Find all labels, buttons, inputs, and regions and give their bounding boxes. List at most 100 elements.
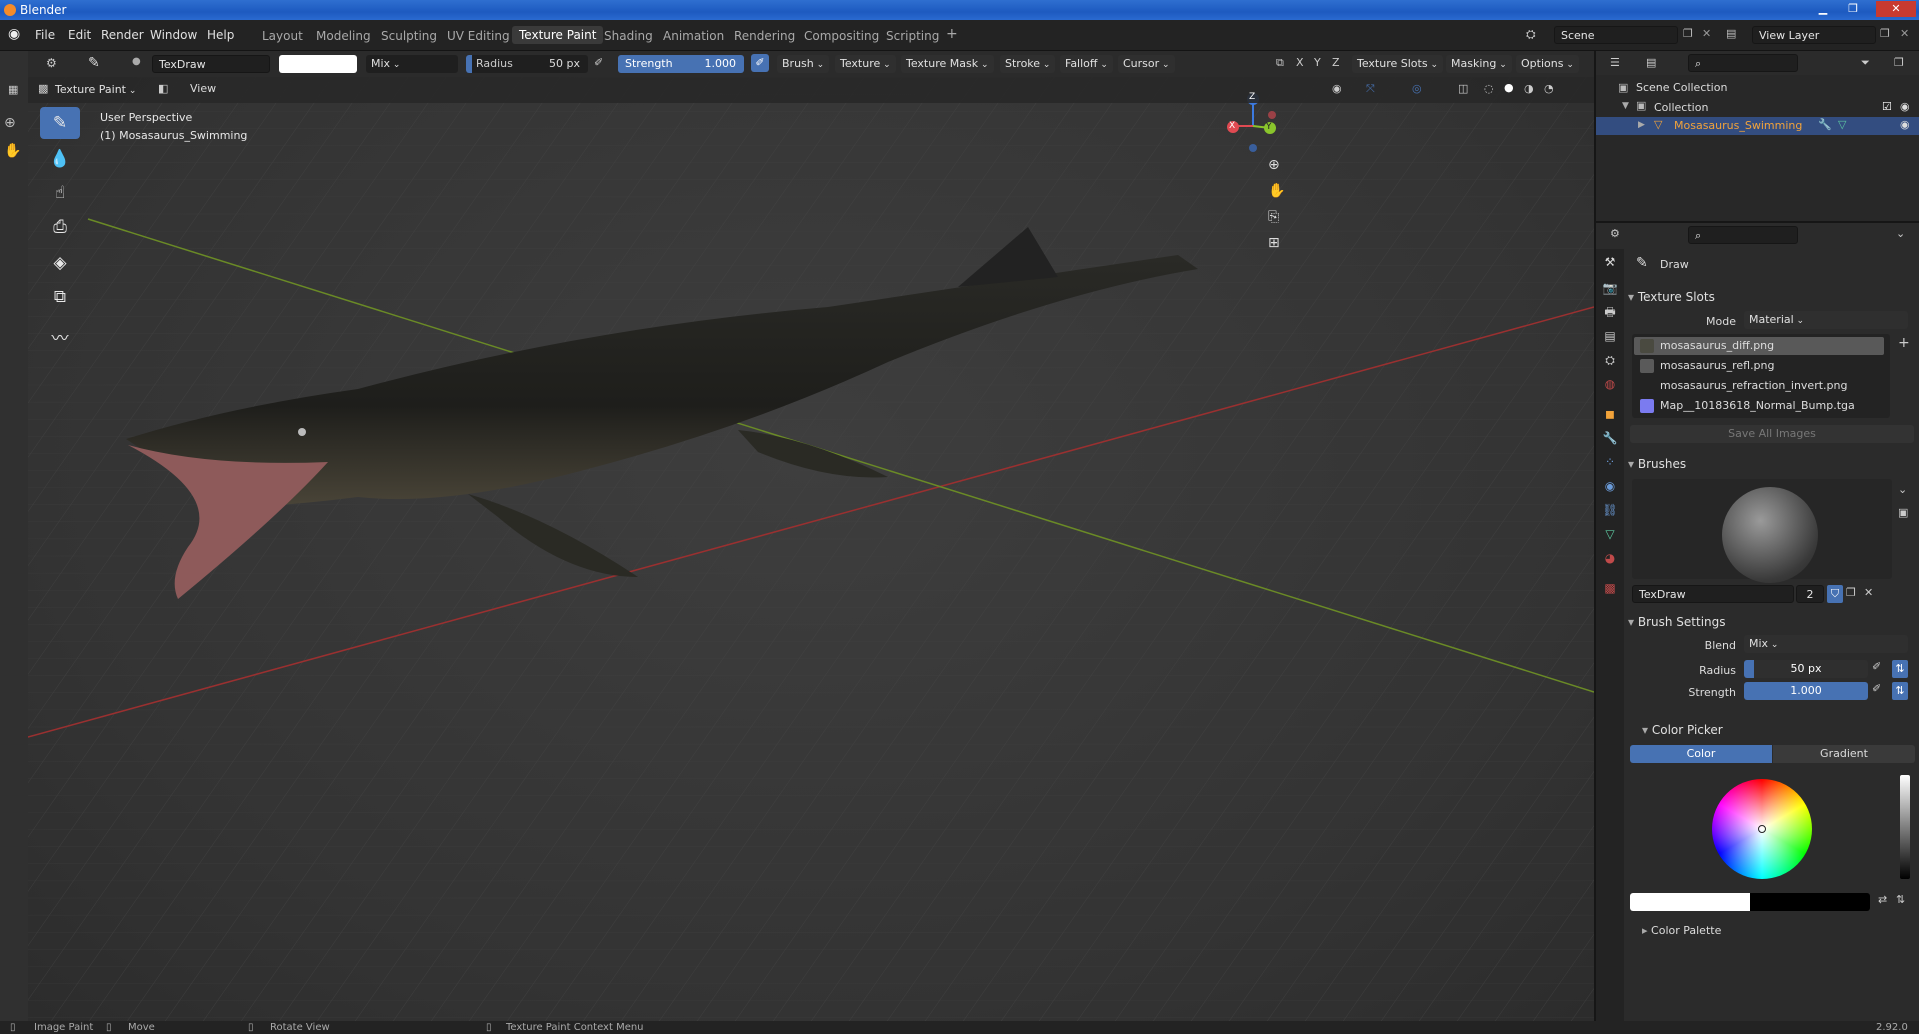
duplicate-brush-icon[interactable]: ❐ xyxy=(1846,586,1856,599)
color-unit-toggle-icon[interactable]: ⇅ xyxy=(1896,893,1905,906)
tab-texture-paint[interactable]: Texture Paint xyxy=(512,26,604,44)
masking-dropdown[interactable]: Masking xyxy=(1446,55,1512,73)
color-tab[interactable]: Color xyxy=(1630,745,1772,763)
mirror-z-toggle[interactable]: Z xyxy=(1332,56,1340,69)
rendered-shading-icon[interactable]: ◔ xyxy=(1544,82,1554,95)
object-name-label[interactable]: Mosasaurus_Swimming xyxy=(1674,119,1802,132)
zoom-view-icon[interactable]: ⊕ xyxy=(1268,157,1280,173)
color-wheel-cursor[interactable] xyxy=(1758,825,1766,833)
brushes-panel-header[interactable]: Brushes xyxy=(1628,457,1686,471)
texture-slots-dropdown[interactable]: Texture Slots xyxy=(1352,55,1443,73)
brush-dropdown[interactable]: Brush xyxy=(777,55,830,73)
texture-slot-mode-dropdown[interactable]: Material xyxy=(1744,311,1908,329)
menu-render[interactable]: Render xyxy=(101,28,144,42)
properties-editor-icon[interactable]: ⚙ xyxy=(1610,227,1620,240)
tool-tab-icon[interactable]: ⚒ xyxy=(1601,253,1619,271)
brush-preview-icon[interactable] xyxy=(1722,487,1818,583)
fake-user-icon[interactable]: ● xyxy=(132,56,141,67)
collection-expand-icon[interactable]: ▼ xyxy=(1622,101,1629,111)
tab-uv-editing[interactable]: UV Editing xyxy=(447,29,510,43)
color-wheel[interactable] xyxy=(1712,779,1812,879)
fake-user-shield-icon[interactable]: ⛉ xyxy=(1827,585,1843,603)
gizmo-x-label[interactable]: X xyxy=(1229,121,1235,131)
material-shading-icon[interactable]: ◑ xyxy=(1524,82,1534,95)
new-collection-icon[interactable]: ❐ xyxy=(1894,56,1904,69)
collection-checkbox[interactable]: ☑ xyxy=(1882,100,1892,113)
menu-help[interactable]: Help xyxy=(207,28,234,42)
texture-slots-panel-header[interactable]: Texture Slots xyxy=(1628,290,1715,304)
ortho-toggle-icon[interactable]: ⊞ xyxy=(1268,235,1280,251)
camera-view-icon[interactable]: ⎘ xyxy=(1268,209,1279,225)
data-tab-icon[interactable]: ▽ xyxy=(1601,525,1619,543)
blend-dropdown[interactable]: Mix xyxy=(1744,635,1908,653)
cursor-dropdown[interactable]: Cursor xyxy=(1118,55,1175,73)
add-workspace-button[interactable]: + xyxy=(946,26,958,42)
brush-color-swatch[interactable] xyxy=(279,55,357,73)
maximize-button[interactable]: ❐ xyxy=(1842,1,1864,17)
object-expand-icon[interactable]: ▶ xyxy=(1638,120,1645,130)
pan-view-icon[interactable]: ✋ xyxy=(1268,183,1285,199)
filter-icon[interactable]: ⏷ xyxy=(1861,56,1870,70)
strength-slider[interactable]: Strength 1.000 xyxy=(618,55,744,73)
view-layer-tab-icon[interactable]: ▤ xyxy=(1601,327,1619,345)
render-tab-icon[interactable]: 📷 xyxy=(1601,279,1619,297)
brush-preview-area[interactable] xyxy=(1632,479,1892,583)
draw-tool-icon[interactable]: ✎ xyxy=(40,107,80,139)
close-button[interactable]: ✕ xyxy=(1876,1,1916,17)
brush-image-icon[interactable]: ▣ xyxy=(1898,506,1908,519)
annotate-tool-icon[interactable]: 〰 xyxy=(40,323,80,355)
radius-field[interactable]: 50 px xyxy=(1744,660,1868,678)
radius-pressure-toggle-icon[interactable]: ✐ xyxy=(1872,660,1881,673)
object-tab-icon[interactable]: ◼ xyxy=(1601,405,1619,423)
3d-viewport[interactable]: Z X Y User Perspective (1) Mosasaurus_Sw… xyxy=(28,77,1594,1021)
smear-tool-icon[interactable]: ☝ xyxy=(40,177,80,209)
brush-settings-panel-header[interactable]: Brush Settings xyxy=(1628,615,1726,629)
minimize-button[interactable]: ▁ xyxy=(1812,1,1834,17)
modifier-icon[interactable]: 🔧 xyxy=(1818,118,1832,131)
strength-unit-toggle-icon[interactable]: ⇅ xyxy=(1892,682,1908,700)
tab-compositing[interactable]: Compositing xyxy=(804,29,879,43)
color-palette-subpanel-header[interactable]: ▸ Color Palette xyxy=(1642,924,1721,937)
radius-pressure-icon[interactable]: ✐ xyxy=(594,56,603,69)
menu-file[interactable]: File xyxy=(35,28,55,42)
world-tab-icon[interactable]: ◍ xyxy=(1601,375,1619,393)
fill-tool-icon[interactable]: ◈ xyxy=(40,247,80,279)
view-menu[interactable]: View xyxy=(190,82,216,95)
falloff-dropdown[interactable]: Falloff xyxy=(1060,55,1113,73)
tab-layout[interactable]: Layout xyxy=(262,29,303,43)
options-dropdown[interactable]: Options xyxy=(1516,55,1579,73)
editor-type-icon-2[interactable]: ▦ xyxy=(8,83,18,96)
stroke-dropdown[interactable]: Stroke xyxy=(1000,55,1056,73)
add-slot-icon[interactable]: + xyxy=(1898,335,1910,351)
properties-search-input[interactable]: ⌕ xyxy=(1688,226,1798,244)
mirror-y-toggle[interactable]: Y xyxy=(1314,56,1321,69)
overlay-toggle-icon[interactable]: ◎ xyxy=(1412,82,1422,95)
tab-sculpting[interactable]: Sculpting xyxy=(381,29,437,43)
object-visibility-icon[interactable]: ◉ xyxy=(1900,118,1910,131)
brush-name-input[interactable]: TexDraw xyxy=(1632,585,1794,603)
texture-slot-item[interactable]: mosasaurus_diff.png xyxy=(1634,337,1884,355)
strength-field[interactable]: 1.000 xyxy=(1744,682,1868,700)
strength-pressure-icon[interactable]: ✐ xyxy=(751,54,769,72)
mode-dropdown[interactable]: Texture Paint xyxy=(50,81,141,99)
delete-view-layer-icon[interactable]: ✕ xyxy=(1900,27,1909,40)
texture-tab-icon[interactable]: ▩ xyxy=(1601,579,1619,597)
scene-icon[interactable]: ⛭ xyxy=(1526,27,1536,42)
tab-animation[interactable]: Animation xyxy=(663,29,724,43)
gizmo-z-label[interactable]: Z xyxy=(1249,92,1255,102)
tool-settings-icon[interactable]: ⚙ xyxy=(46,56,57,70)
scene-collection-label[interactable]: Scene Collection xyxy=(1636,81,1727,94)
radius-unit-toggle-icon[interactable]: ⇅ xyxy=(1892,660,1908,678)
new-scene-icon[interactable]: ❐ xyxy=(1683,27,1693,40)
tab-shading[interactable]: Shading xyxy=(604,29,653,43)
blender-menu-icon[interactable]: ◉ xyxy=(8,26,20,42)
pan-hand-icon[interactable]: ✋ xyxy=(4,143,21,159)
collection-visibility-icon[interactable]: ◉ xyxy=(1900,100,1910,113)
modifier-tab-icon[interactable]: 🔧 xyxy=(1601,429,1619,447)
solid-shading-icon[interactable]: ● xyxy=(1504,81,1514,94)
outliner-row-object[interactable]: ▶ ▽ Mosasaurus_Swimming 🔧 ▽ ◉ xyxy=(1596,117,1919,135)
display-mode-icon[interactable]: ▤ xyxy=(1646,56,1656,69)
view-layer-selector[interactable]: View Layer xyxy=(1752,26,1876,44)
outliner-search-input[interactable]: ⌕ xyxy=(1688,54,1798,72)
clone-tool-icon[interactable]: ⎙ xyxy=(40,211,80,243)
